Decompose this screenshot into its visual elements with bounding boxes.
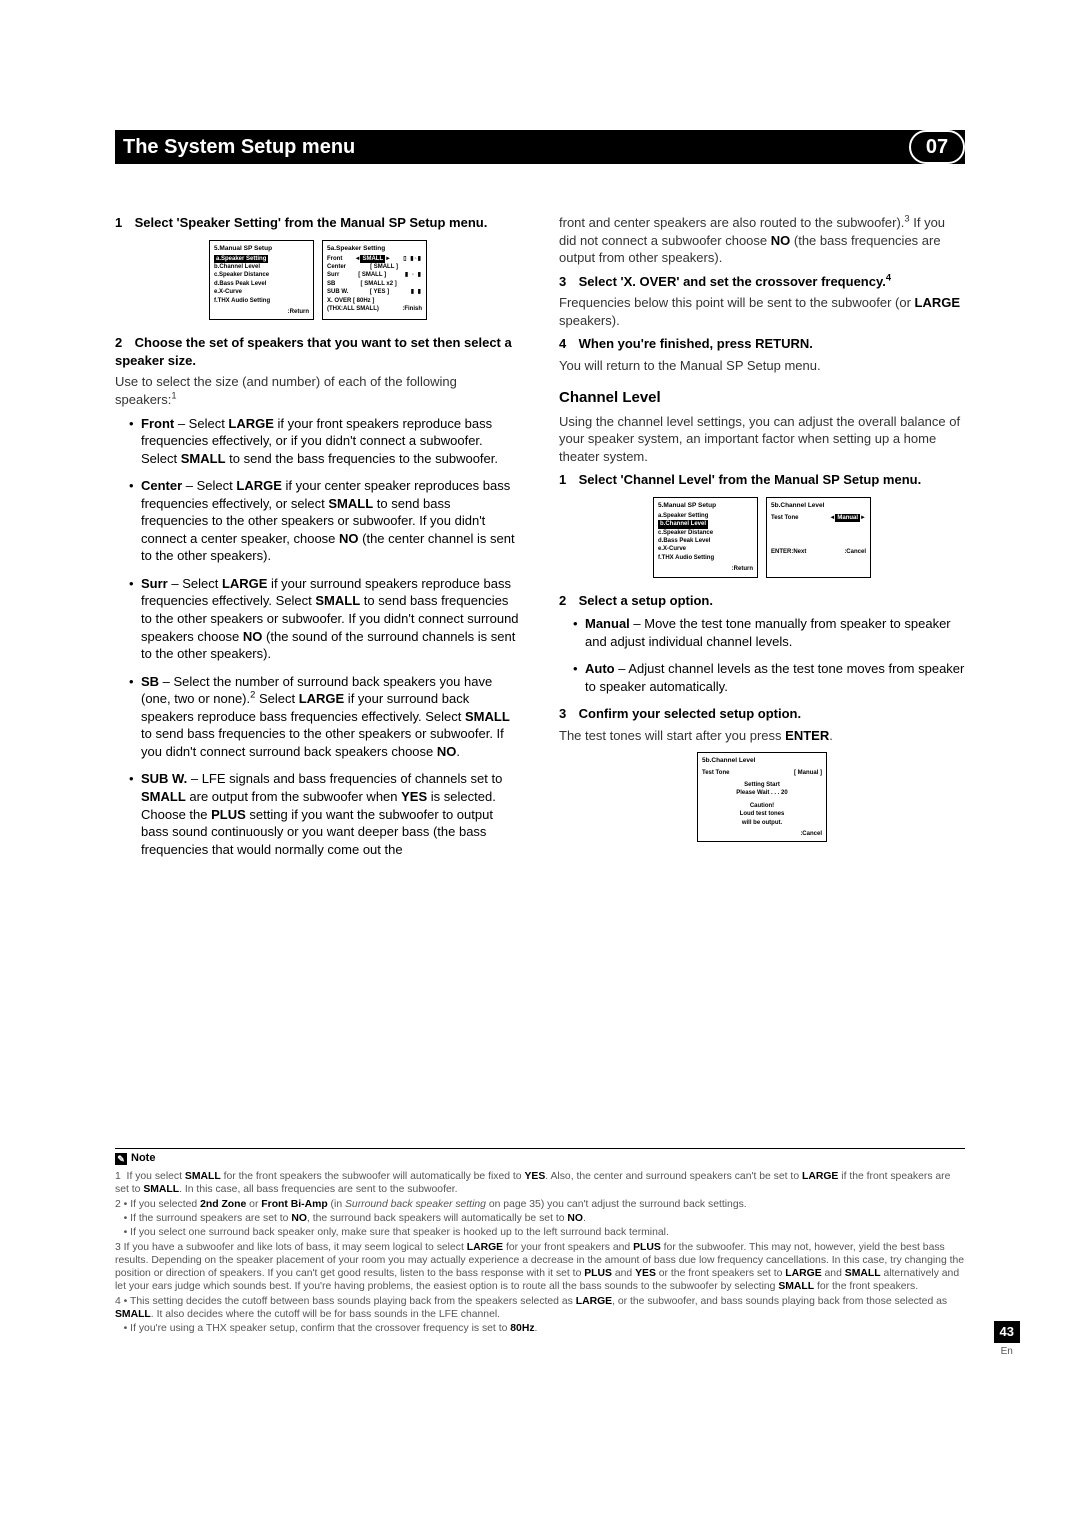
osd-row-2: 5.Manual SP Setup a.Speaker Setting b.Ch…	[559, 497, 965, 578]
step-4-num: 4	[559, 335, 575, 353]
step-2-num: 2	[115, 334, 131, 352]
cl-step-2: 2 Select a setup option.	[559, 592, 965, 610]
step-2: 2 Choose the set of speakers that you wa…	[115, 334, 521, 369]
step-1-title: Select 'Speaker Setting' from the Manual…	[135, 215, 488, 230]
speaker-bullets: Front – Select LARGE if your front speak…	[115, 415, 521, 859]
step-3: 3 Select 'X. OVER' and set the crossover…	[559, 273, 965, 291]
page-number-block: 43 En	[994, 1321, 1020, 1358]
channel-level-heading: Channel Level	[559, 388, 965, 408]
right-column: front and center speakers are also route…	[559, 214, 965, 868]
footnote-4a: 4 • This setting decides the cutoff betw…	[115, 1295, 965, 1322]
cl-step-1-num: 1	[559, 471, 575, 489]
channel-level-intro: Using the channel level settings, you ca…	[559, 413, 965, 466]
bullet-sb: SB – Select the number of surround back …	[129, 673, 521, 761]
chapter-header: The System Setup menu 07	[115, 130, 965, 164]
cl-step-3-body: The test tones will start after you pres…	[559, 727, 965, 745]
step-4-title: When you're finished, press RETURN.	[579, 336, 813, 351]
footnote-4b: • If you're using a THX speaker setup, c…	[115, 1322, 965, 1335]
bullet-subw: SUB W. – LFE signals and bass frequencie…	[129, 770, 521, 858]
footnote-2a: 2 • If you selected 2nd Zone or Front Bi…	[115, 1198, 965, 1211]
bullet-front: Front – Select LARGE if your front speak…	[129, 415, 521, 468]
bullet-surr: Surr – Select LARGE if your surround spe…	[129, 575, 521, 663]
osd-row-3: 5b.Channel Level Test Tone[ Manual ] Set…	[559, 752, 965, 842]
footnote-3: 3 If you have a subwoofer and like lots …	[115, 1241, 965, 1294]
osd-manual-sp-setup-2: 5.Manual SP Setup a.Speaker Setting b.Ch…	[653, 497, 758, 578]
cl-step-3-title: Confirm your selected setup option.	[579, 706, 801, 721]
osd-channel-level: 5b.Channel Level Test Tone◄Manual► ENTER…	[766, 497, 871, 578]
step-1-num: 1	[115, 214, 131, 232]
footnotes: 1 If you select SMALL for the front spea…	[115, 1170, 965, 1336]
osd-row-1: 5.Manual SP Setup a.Speaker Setting b.Ch…	[115, 240, 521, 321]
notes-heading: ✎ Note	[115, 1151, 965, 1166]
footnote-1: 1 If you select SMALL for the front spea…	[115, 1170, 965, 1197]
step-1: 1 Select 'Speaker Setting' from the Manu…	[115, 214, 521, 232]
cl-step-3: 3 Confirm your selected setup option.	[559, 705, 965, 723]
cl-step-3-num: 3	[559, 705, 575, 723]
step-4-body: You will return to the Manual SP Setup m…	[559, 357, 965, 375]
left-column: 1 Select 'Speaker Setting' from the Manu…	[115, 214, 521, 868]
notes-divider	[115, 1148, 965, 1149]
step-4: 4 When you're finished, press RETURN.	[559, 335, 965, 353]
cl-opt-manual: Manual – Move the test tone manually fro…	[573, 615, 965, 650]
chapter-title: The System Setup menu	[123, 134, 355, 161]
page-number: 43	[994, 1321, 1020, 1343]
step-2-body: Use to select the size (and number) of e…	[115, 373, 521, 408]
subw-continuation: front and center speakers are also route…	[559, 214, 965, 267]
cl-opt-auto: Auto – Adjust channel levels as the test…	[573, 660, 965, 695]
cl-step-1: 1 Select 'Channel Level' from the Manual…	[559, 471, 965, 489]
step-2-title: Choose the set of speakers that you want…	[115, 335, 512, 368]
note-icon: ✎	[115, 1153, 127, 1165]
footnote-2c: • If you select one surround back speake…	[115, 1226, 965, 1239]
chapter-number: 07	[909, 130, 965, 164]
osd-channel-level-start: 5b.Channel Level Test Tone[ Manual ] Set…	[697, 752, 827, 842]
step-3-title: Select 'X. OVER' and set the crossover f…	[579, 274, 891, 289]
cl-step-2-title: Select a setup option.	[579, 593, 713, 608]
page-lang: En	[994, 1345, 1020, 1359]
cl-options: Manual – Move the test tone manually fro…	[559, 615, 965, 695]
cl-step-2-num: 2	[559, 592, 575, 610]
step-3-body: Frequencies below this point will be sen…	[559, 294, 965, 329]
step-3-num: 3	[559, 273, 575, 291]
footnote-2b: • If the surround speakers are set to NO…	[115, 1212, 965, 1225]
osd-manual-sp-setup: 5.Manual SP Setup a.Speaker Setting b.Ch…	[209, 240, 314, 321]
cl-step-1-title: Select 'Channel Level' from the Manual S…	[579, 472, 922, 487]
bullet-center: Center – Select LARGE if your center spe…	[129, 477, 521, 565]
osd-speaker-setting: 5a.Speaker Setting Front◄SMALL►▯ ▮◦▮ Cen…	[322, 240, 427, 321]
speaker-layout-icon: ▯ ▮◦▮	[403, 255, 422, 263]
